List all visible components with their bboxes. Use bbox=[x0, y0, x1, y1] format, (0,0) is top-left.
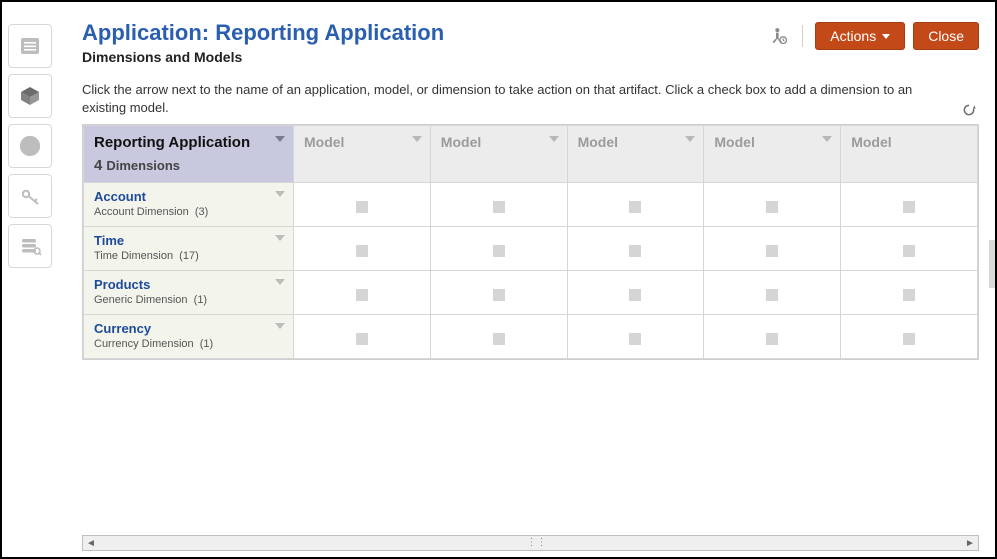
add-dimension-checkbox[interactable] bbox=[356, 289, 368, 301]
nav-cube-icon[interactable] bbox=[8, 74, 52, 118]
table-row: Time Time Dimension (17) bbox=[84, 227, 978, 271]
right-scroll-marker bbox=[989, 240, 995, 288]
add-dimension-checkbox[interactable] bbox=[766, 245, 778, 257]
model-cell bbox=[294, 183, 431, 227]
dimension-cell: Products Generic Dimension (1) bbox=[84, 271, 294, 315]
scroll-grip[interactable]: ⋮⋮ bbox=[527, 538, 535, 548]
model-cell bbox=[841, 227, 978, 271]
nav-list-icon[interactable] bbox=[8, 24, 52, 68]
model-cell bbox=[430, 183, 567, 227]
model-header-4: Model bbox=[704, 126, 841, 183]
dimension-cell: Account Account Dimension (3) bbox=[84, 183, 294, 227]
close-button[interactable]: Close bbox=[913, 22, 979, 50]
model-cell bbox=[430, 315, 567, 359]
refresh-icon[interactable] bbox=[961, 102, 977, 118]
grid-header-row: Reporting Application 4Dimensions Model … bbox=[84, 126, 978, 183]
model-header-3: Model bbox=[567, 126, 704, 183]
add-dimension-checkbox[interactable] bbox=[629, 245, 641, 257]
dimension-meta: Generic Dimension (1) bbox=[94, 294, 283, 306]
model-header-5: Model bbox=[841, 126, 978, 183]
scroll-left-arrow[interactable]: ◄ bbox=[83, 536, 99, 550]
model-menu-caret[interactable] bbox=[549, 136, 559, 142]
page-subtitle: Dimensions and Models bbox=[82, 49, 768, 65]
instruction-text: Click the arrow next to the name of an a… bbox=[82, 81, 979, 116]
dimension-meta: Time Dimension (17) bbox=[94, 250, 283, 262]
chevron-down-icon bbox=[882, 34, 890, 39]
table-row: Account Account Dimension (3) bbox=[84, 183, 978, 227]
left-nav bbox=[8, 24, 58, 268]
add-dimension-checkbox[interactable] bbox=[493, 201, 505, 213]
dimension-cell: Time Time Dimension (17) bbox=[84, 227, 294, 271]
model-cell bbox=[704, 227, 841, 271]
scroll-track[interactable]: ⋮⋮ bbox=[99, 536, 962, 550]
app-name: Reporting Application bbox=[94, 134, 283, 151]
add-dimension-checkbox[interactable] bbox=[766, 289, 778, 301]
model-cell bbox=[567, 271, 704, 315]
model-cell bbox=[294, 227, 431, 271]
nav-clock-icon[interactable] bbox=[8, 124, 52, 168]
dimension-meta: Currency Dimension (1) bbox=[94, 338, 283, 350]
close-button-label: Close bbox=[928, 28, 964, 44]
actions-button-label: Actions bbox=[830, 28, 876, 44]
model-cell bbox=[430, 271, 567, 315]
dimension-name[interactable]: Currency bbox=[94, 321, 283, 336]
dim-count: 4Dimensions bbox=[94, 157, 283, 174]
page-title: Application: Reporting Application bbox=[82, 20, 768, 46]
add-dimension-checkbox[interactable] bbox=[356, 201, 368, 213]
add-dimension-checkbox[interactable] bbox=[766, 333, 778, 345]
add-dimension-checkbox[interactable] bbox=[903, 333, 915, 345]
dimension-cell: Currency Currency Dimension (1) bbox=[84, 315, 294, 359]
horizontal-scrollbar[interactable]: ◄ ⋮⋮ ► bbox=[82, 535, 979, 551]
add-dimension-checkbox[interactable] bbox=[903, 289, 915, 301]
add-dimension-checkbox[interactable] bbox=[629, 201, 641, 213]
model-menu-caret[interactable] bbox=[685, 136, 695, 142]
app-header-cell: Reporting Application 4Dimensions bbox=[84, 126, 294, 183]
scroll-right-arrow[interactable]: ► bbox=[962, 536, 978, 550]
accessibility-icon[interactable] bbox=[768, 25, 790, 47]
dimension-name[interactable]: Account bbox=[94, 189, 283, 204]
app-menu-caret[interactable] bbox=[275, 136, 285, 142]
add-dimension-checkbox[interactable] bbox=[356, 245, 368, 257]
model-cell bbox=[294, 271, 431, 315]
dimension-name[interactable]: Products bbox=[94, 277, 283, 292]
dimensions-grid: Reporting Application 4Dimensions Model … bbox=[82, 124, 979, 360]
model-cell bbox=[841, 315, 978, 359]
model-menu-caret[interactable] bbox=[822, 136, 832, 142]
add-dimension-checkbox[interactable] bbox=[629, 333, 641, 345]
model-header-2: Model bbox=[430, 126, 567, 183]
dimension-meta: Account Dimension (3) bbox=[94, 206, 283, 218]
model-cell bbox=[430, 227, 567, 271]
model-menu-caret[interactable] bbox=[412, 136, 422, 142]
dimension-menu-caret[interactable] bbox=[275, 323, 285, 329]
add-dimension-checkbox[interactable] bbox=[766, 201, 778, 213]
table-row: Products Generic Dimension (1) bbox=[84, 271, 978, 315]
model-header-1: Model bbox=[294, 126, 431, 183]
table-row: Currency Currency Dimension (1) bbox=[84, 315, 978, 359]
dimension-menu-caret[interactable] bbox=[275, 279, 285, 285]
add-dimension-checkbox[interactable] bbox=[903, 245, 915, 257]
model-cell bbox=[567, 227, 704, 271]
add-dimension-checkbox[interactable] bbox=[493, 245, 505, 257]
model-cell bbox=[567, 315, 704, 359]
dimension-name[interactable]: Time bbox=[94, 233, 283, 248]
add-dimension-checkbox[interactable] bbox=[903, 201, 915, 213]
model-cell bbox=[567, 183, 704, 227]
divider bbox=[802, 25, 803, 47]
model-cell bbox=[294, 315, 431, 359]
add-dimension-checkbox[interactable] bbox=[493, 333, 505, 345]
actions-button[interactable]: Actions bbox=[815, 22, 905, 50]
nav-key-icon[interactable] bbox=[8, 174, 52, 218]
add-dimension-checkbox[interactable] bbox=[493, 289, 505, 301]
dimension-menu-caret[interactable] bbox=[275, 191, 285, 197]
model-cell bbox=[704, 315, 841, 359]
add-dimension-checkbox[interactable] bbox=[356, 333, 368, 345]
model-cell bbox=[704, 183, 841, 227]
add-dimension-checkbox[interactable] bbox=[629, 289, 641, 301]
model-cell bbox=[704, 271, 841, 315]
model-cell bbox=[841, 183, 978, 227]
nav-data-icon[interactable] bbox=[8, 224, 52, 268]
model-cell bbox=[841, 271, 978, 315]
dimension-menu-caret[interactable] bbox=[275, 235, 285, 241]
